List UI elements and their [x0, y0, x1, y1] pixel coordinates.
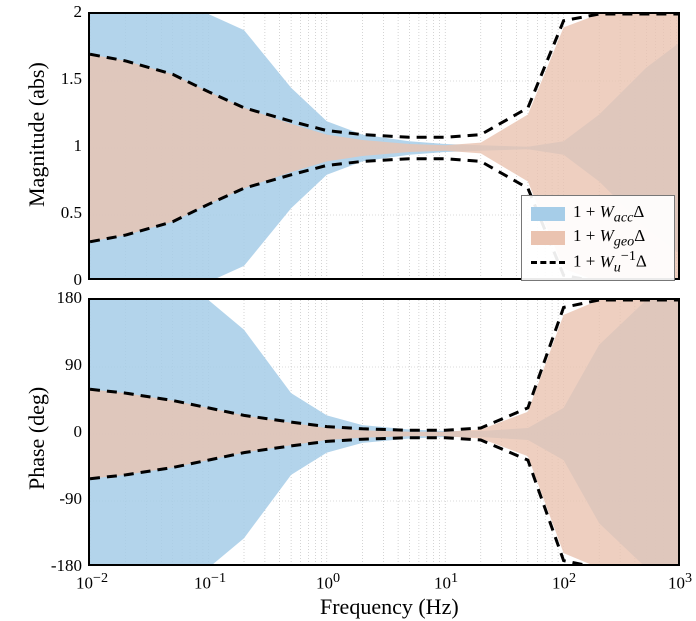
legend: 1 + WaccΔ 1 + WgeoΔ 1 + Wu−1Δ	[521, 195, 675, 281]
legend-swatch-acc	[531, 207, 565, 221]
xtick-1: 10−1	[194, 570, 226, 594]
ylabel-bot: Phase (deg)	[24, 387, 50, 490]
xtick-2: 100	[316, 570, 340, 594]
bode-figure: 0 0.5 1 1.5 2 Magnitude (abs) 1 + WaccΔ …	[0, 0, 696, 621]
legend-item-geo: 1 + WgeoΔ	[531, 226, 665, 250]
legend-swatch-geo	[531, 231, 565, 245]
ylabel-top: Magnitude (abs)	[24, 62, 50, 207]
ytick-bot-3: 90	[32, 355, 82, 375]
legend-label-wu: 1 + Wu−1Δ	[573, 248, 647, 276]
ytick-top-0: 0	[32, 270, 82, 290]
phase-svg	[90, 300, 680, 566]
xtick-3: 101	[434, 570, 458, 594]
xlabel: Frequency (Hz)	[320, 594, 459, 620]
ytick-bot-1: -90	[32, 489, 82, 509]
legend-item-acc: 1 + WaccΔ	[531, 202, 665, 226]
xtick-0: 10−2	[76, 570, 108, 594]
xtick-5: 103	[668, 570, 692, 594]
ytick-top-4: 2	[32, 2, 82, 22]
ytick-bot-4: 180	[32, 288, 82, 308]
legend-dash-icon	[531, 261, 565, 264]
ytick-bot-0: -180	[32, 556, 82, 576]
legend-label-geo: 1 + WgeoΔ	[573, 226, 645, 250]
phase-plot	[88, 298, 680, 566]
legend-label-acc: 1 + WaccΔ	[573, 202, 644, 226]
legend-item-wu: 1 + Wu−1Δ	[531, 250, 665, 274]
xtick-4: 102	[552, 570, 576, 594]
